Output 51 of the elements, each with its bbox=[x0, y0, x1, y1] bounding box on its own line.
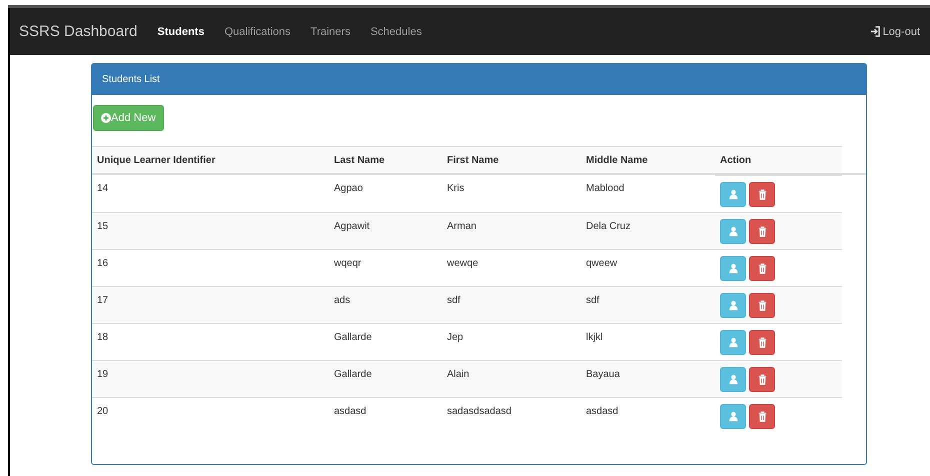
trash-icon bbox=[756, 300, 768, 311]
user-icon bbox=[728, 411, 738, 422]
table-cell: sdf bbox=[442, 286, 581, 323]
table-cell: Dela Cruz bbox=[581, 212, 715, 249]
user-icon bbox=[728, 226, 738, 237]
table-cell: 17 bbox=[92, 286, 329, 323]
trash-icon bbox=[756, 263, 768, 274]
table-cell: ads bbox=[329, 286, 442, 323]
user-icon bbox=[728, 263, 738, 274]
brand-title[interactable]: SSRS Dashboard bbox=[19, 23, 138, 40]
user-icon bbox=[728, 374, 738, 385]
table-cell: Agpawit bbox=[329, 212, 442, 249]
delete-button[interactable] bbox=[749, 256, 775, 281]
nav-link[interactable]: Students bbox=[157, 26, 204, 38]
user-icon bbox=[728, 189, 738, 200]
table-cell: Alain bbox=[442, 360, 581, 397]
delete-button[interactable] bbox=[749, 330, 775, 355]
column-header: Unique Learner Identifier bbox=[92, 146, 329, 174]
table-cell: 19 bbox=[92, 360, 329, 397]
nav-link[interactable]: Trainers bbox=[310, 26, 350, 38]
table-cell: Bayaua bbox=[581, 360, 715, 397]
table-cell: asdasd bbox=[581, 397, 715, 434]
table-cell: Arman bbox=[442, 212, 581, 249]
delete-button[interactable] bbox=[749, 293, 775, 318]
trash-icon bbox=[756, 226, 768, 237]
trash-icon bbox=[756, 189, 768, 200]
column-header: Middle Name bbox=[581, 146, 715, 174]
nav-link[interactable]: Qualifications bbox=[224, 26, 291, 38]
table-cell: sadasdsadasd bbox=[442, 397, 581, 434]
plus-circle-icon bbox=[101, 113, 111, 123]
delete-button[interactable] bbox=[749, 404, 775, 429]
table-cell: 20 bbox=[92, 397, 329, 434]
delete-button[interactable] bbox=[749, 219, 775, 244]
panel-title: Students List bbox=[102, 74, 160, 85]
login-icon bbox=[870, 26, 881, 37]
column-header: Last Name bbox=[329, 146, 442, 174]
trash-icon bbox=[756, 337, 768, 348]
table-cell: 15 bbox=[92, 212, 329, 249]
user-icon bbox=[728, 337, 738, 348]
table-cell: sdf bbox=[581, 286, 715, 323]
trash-icon bbox=[756, 374, 768, 385]
trash-icon bbox=[756, 411, 768, 422]
column-header: First Name bbox=[442, 146, 581, 174]
nav-link[interactable]: Schedules bbox=[370, 26, 422, 38]
logout-link[interactable]: Log-out bbox=[870, 26, 920, 38]
delete-button[interactable] bbox=[749, 367, 775, 392]
user-icon bbox=[728, 300, 738, 311]
table-cell: Gallarde bbox=[329, 360, 442, 397]
table-cell: asdasd bbox=[329, 397, 442, 434]
delete-button[interactable] bbox=[749, 182, 775, 207]
column-header: Action bbox=[715, 146, 842, 174]
